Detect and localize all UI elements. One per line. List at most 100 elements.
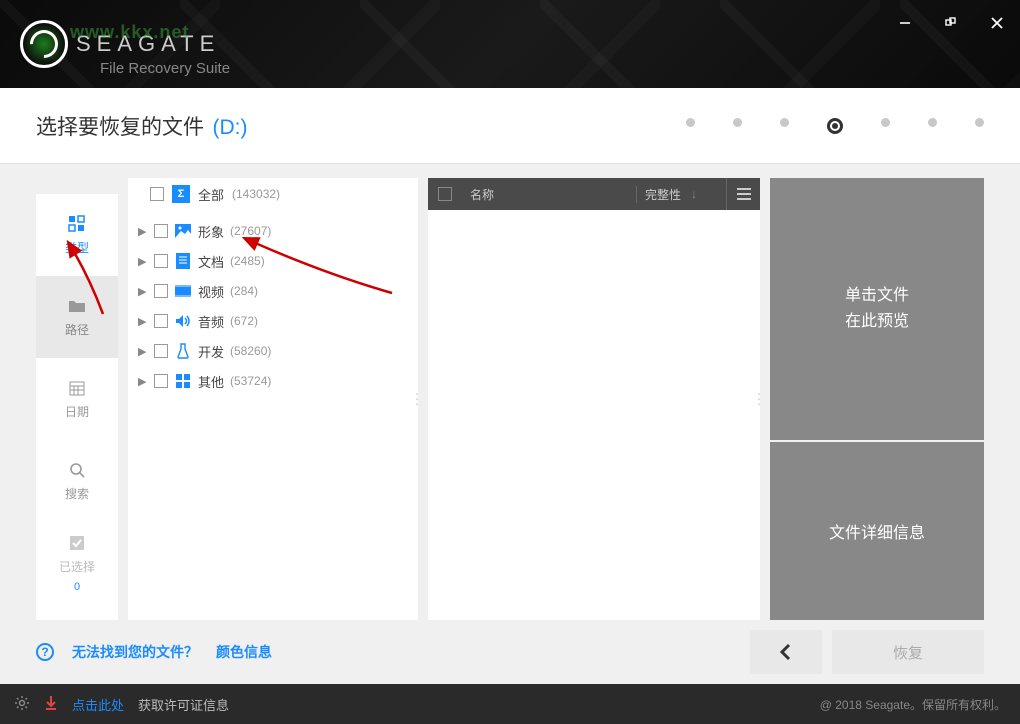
checkbox[interactable]: [154, 314, 168, 328]
status-bar: 点击此处 获取许可证信息 @ 2018 Seagate。保留所有权利。: [0, 684, 1020, 724]
page-header: 选择要恢复的文件 (D:): [0, 88, 1020, 164]
file-list-panel: 名称 完整性 ↓ ⋮: [428, 178, 760, 620]
wizard-steps: [686, 118, 984, 134]
maximize-button[interactable]: [928, 0, 974, 46]
selected-count: 0: [74, 581, 80, 593]
step-dot[interactable]: [686, 118, 695, 127]
tree-label: 其他: [198, 372, 224, 391]
expand-icon[interactable]: ▶: [138, 225, 148, 238]
sort-down-icon: ↓: [691, 187, 697, 201]
sidebar-type[interactable]: 类型: [36, 194, 118, 276]
tree-all-row[interactable]: Σ 全部 (143032): [128, 178, 418, 210]
tree-count: (2485): [230, 254, 265, 268]
view-toggle-button[interactable]: [726, 178, 760, 210]
column-integrity[interactable]: 完整性 ↓: [636, 186, 726, 203]
checkbox[interactable]: [154, 224, 168, 238]
tree-count: (672): [230, 314, 258, 328]
tree-label: 开发: [198, 342, 224, 361]
help-link[interactable]: 无法找到您的文件？: [72, 642, 198, 662]
document-icon: [174, 252, 192, 270]
calendar-icon: [68, 379, 86, 397]
tree-item-image[interactable]: ▶ 形象 (27607): [128, 216, 418, 246]
step-dot-active[interactable]: [827, 118, 843, 134]
checkbox[interactable]: [154, 344, 168, 358]
tree-label: 形象: [198, 222, 224, 241]
help-icon: ?: [36, 643, 54, 661]
other-icon: [174, 372, 192, 390]
preview-panel: 单击文件 在此预览 文件详细信息: [770, 178, 984, 620]
column-name[interactable]: 名称: [462, 186, 636, 203]
expand-icon[interactable]: ▶: [138, 345, 148, 358]
preview-hint-1: 单击文件: [845, 283, 909, 309]
tree-count: (58260): [230, 344, 271, 358]
resize-handle[interactable]: ⋮: [410, 391, 422, 408]
recover-button[interactable]: 恢复: [832, 630, 984, 674]
flask-icon: [174, 342, 192, 360]
folder-icon: [68, 297, 86, 315]
checkbox[interactable]: [154, 284, 168, 298]
search-icon: [68, 461, 86, 479]
logo-mark-icon: [20, 20, 68, 68]
select-all-checkbox[interactable]: [438, 187, 452, 201]
title-bar: SEAGATE www.kkx.net File Recovery Suite: [0, 0, 1020, 88]
tree-item-video[interactable]: ▶ 视频 (284): [128, 276, 418, 306]
checkbox[interactable]: [154, 374, 168, 388]
sigma-icon: Σ: [172, 185, 190, 203]
tree-item-document[interactable]: ▶ 文档 (2485): [128, 246, 418, 276]
step-dot[interactable]: [928, 118, 937, 127]
app-subtitle: File Recovery Suite: [100, 60, 230, 77]
sidebar-label: 日期: [65, 403, 89, 420]
sidebar-label: 已选择: [59, 558, 95, 575]
tree-label: 音频: [198, 312, 224, 331]
expand-icon[interactable]: ▶: [138, 285, 148, 298]
watermark-text: www.kkx.net: [70, 22, 189, 43]
tree-item-dev[interactable]: ▶ 开发 (58260): [128, 336, 418, 366]
settings-icon[interactable]: [14, 695, 30, 714]
sidebar-path[interactable]: 路径: [36, 276, 118, 358]
expand-icon[interactable]: ▶: [138, 315, 148, 328]
color-info-link[interactable]: 颜色信息: [216, 642, 272, 662]
tree-item-other[interactable]: ▶ 其他 (53724): [128, 366, 418, 396]
download-icon[interactable]: [44, 695, 58, 714]
license-text: 获取许可证信息: [138, 695, 229, 714]
close-button[interactable]: [974, 0, 1020, 46]
list-header: 名称 完整性 ↓: [428, 178, 760, 210]
tree-label: 文档: [198, 252, 224, 271]
expand-icon[interactable]: ▶: [138, 255, 148, 268]
tree-count: (53724): [230, 374, 271, 388]
sidebar-selected[interactable]: 已选择 0: [36, 522, 118, 604]
back-button[interactable]: [750, 630, 822, 674]
video-icon: [174, 282, 192, 300]
preview-hint-2: 在此预览: [845, 309, 909, 335]
step-dot[interactable]: [881, 118, 890, 127]
checkbox[interactable]: [154, 254, 168, 268]
audio-icon: [174, 312, 192, 330]
tree-label: 视频: [198, 282, 224, 301]
image-icon: [174, 222, 192, 240]
grid-icon: [68, 215, 86, 233]
checkbox[interactable]: [150, 187, 164, 201]
sidebar-search[interactable]: 搜索: [36, 440, 118, 522]
details-label: 文件详细信息: [829, 519, 925, 543]
view-sidebar: 类型 路径 日期 搜索 已选择 0: [36, 194, 118, 620]
step-dot[interactable]: [733, 118, 742, 127]
preview-area: 单击文件 在此预览: [770, 178, 984, 440]
tree-count: (27607): [230, 224, 271, 238]
license-link[interactable]: 点击此处: [72, 695, 124, 714]
tree-item-audio[interactable]: ▶ 音频 (672): [128, 306, 418, 336]
copyright: @ 2018 Seagate。保留所有权利。: [820, 696, 1006, 713]
sidebar-label: 路径: [65, 321, 89, 338]
resize-handle[interactable]: ⋮: [752, 391, 764, 408]
expand-icon[interactable]: ▶: [138, 375, 148, 388]
check-icon: [68, 534, 86, 552]
tree-count: (143032): [232, 187, 280, 201]
sidebar-date[interactable]: 日期: [36, 358, 118, 440]
tree-label: 全部: [198, 185, 224, 204]
sidebar-label: 搜索: [65, 485, 89, 502]
step-dot[interactable]: [780, 118, 789, 127]
step-dot[interactable]: [975, 118, 984, 127]
sidebar-label: 类型: [65, 239, 89, 256]
minimize-button[interactable]: [882, 0, 928, 46]
drive-label: (D:): [212, 116, 247, 139]
page-title: 选择要恢复的文件: [36, 116, 204, 139]
